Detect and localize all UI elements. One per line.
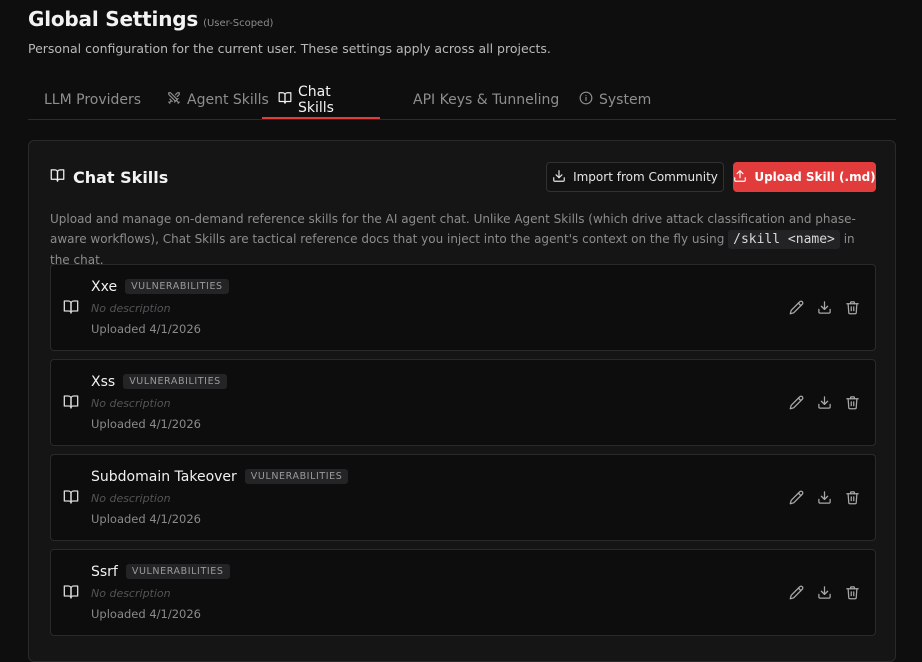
skill-actions (788, 299, 860, 315)
page-header: Global Settings (User-Scoped) (28, 7, 273, 31)
category-badge: VULNERABILITIES (125, 564, 230, 579)
tab-label: API Keys & Tunneling (413, 92, 560, 108)
upload-icon (733, 169, 754, 186)
chat-skills-panel: Chat Skills Import from Community Upload… (28, 140, 896, 662)
skill-name-row: Xss VULNERABILITIES (91, 374, 227, 390)
skill-name-row: Subdomain Takeover VULNERABILITIES (91, 469, 349, 485)
crossed-swords-icon (167, 91, 187, 109)
tab-label: Agent Skills (187, 92, 269, 108)
panel-title: Chat Skills (50, 168, 168, 187)
edit-icon[interactable] (788, 489, 804, 505)
skill-description: No description (91, 397, 171, 410)
skill-uploaded-date: Uploaded 4/1/2026 (91, 512, 201, 526)
download-icon (552, 169, 573, 186)
skill-item: Subdomain Takeover VULNERABILITIES No des… (50, 454, 876, 541)
tab-label: Chat Skills (298, 83, 334, 116)
info-icon (579, 91, 599, 109)
download-icon[interactable] (816, 299, 832, 315)
tab-api-keys[interactable]: API Keys & Tunneling (413, 82, 559, 118)
skill-actions (788, 584, 860, 600)
trash-icon[interactable] (844, 394, 860, 410)
upload-button-label: Upload Skill (.md) (754, 170, 876, 184)
tab-label: System (599, 92, 652, 108)
category-badge: VULNERABILITIES (244, 469, 349, 484)
settings-tabs: LLM Providers Agent Skills Chat Skills A… (28, 82, 896, 120)
book-open-icon (63, 394, 79, 414)
tab-label: LLM Providers (44, 92, 142, 108)
book-open-icon (63, 584, 79, 604)
scope-tag: (User-Scoped) (203, 18, 274, 29)
skill-actions (788, 489, 860, 505)
panel-title-text: Chat Skills (73, 168, 169, 187)
book-open-icon (63, 299, 79, 319)
skill-uploaded-date: Uploaded 4/1/2026 (91, 417, 201, 431)
book-open-icon (63, 489, 79, 509)
skill-item: Xxe VULNERABILITIES No description Upload… (50, 264, 876, 351)
edit-icon[interactable] (788, 394, 804, 410)
skill-item: Ssrf VULNERABILITIES No description Uploa… (50, 549, 876, 636)
category-badge: VULNERABILITIES (123, 374, 227, 389)
skill-name: Ssrf (91, 564, 118, 580)
page-title: Global Settings (28, 7, 199, 31)
skill-description: No description (91, 492, 171, 505)
panel-description: Upload and manage on-demand reference sk… (50, 209, 876, 270)
edit-icon[interactable] (788, 299, 804, 315)
download-icon[interactable] (816, 584, 832, 600)
edit-icon[interactable] (788, 584, 804, 600)
skill-name: Subdomain Takeover (91, 469, 237, 485)
tab-system[interactable]: System (579, 82, 651, 118)
trash-icon[interactable] (844, 584, 860, 600)
skill-actions (788, 394, 860, 410)
skill-item: Xss VULNERABILITIES No description Upload… (50, 359, 876, 446)
skill-name-row: Xxe VULNERABILITIES (91, 279, 229, 295)
import-button-label: Import from Community (573, 170, 718, 184)
trash-icon[interactable] (844, 299, 860, 315)
skill-description: No description (91, 587, 171, 600)
skill-uploaded-date: Uploaded 4/1/2026 (91, 322, 201, 336)
skill-name: Xxe (91, 279, 118, 295)
category-badge: VULNERABILITIES (125, 279, 229, 294)
tab-llm-providers[interactable]: LLM Providers (44, 82, 141, 118)
download-icon[interactable] (816, 394, 832, 410)
download-icon[interactable] (816, 489, 832, 505)
skill-description: No description (91, 302, 171, 315)
upload-skill-button[interactable]: Upload Skill (.md) (733, 162, 876, 192)
page-subtitle: Personal configuration for the current u… (28, 41, 551, 56)
skill-name: Xss (91, 374, 116, 390)
tab-chat-skills[interactable]: Chat Skills (262, 82, 380, 119)
book-open-icon (50, 168, 73, 187)
tab-agent-skills[interactable]: Agent Skills (167, 82, 269, 118)
skill-uploaded-date: Uploaded 4/1/2026 (91, 607, 201, 621)
book-open-icon (278, 91, 298, 109)
skill-command-code: /skill <name> (728, 230, 840, 249)
import-from-community-button[interactable]: Import from Community (546, 162, 724, 192)
skill-name-row: Ssrf VULNERABILITIES (91, 564, 230, 580)
trash-icon[interactable] (844, 489, 860, 505)
